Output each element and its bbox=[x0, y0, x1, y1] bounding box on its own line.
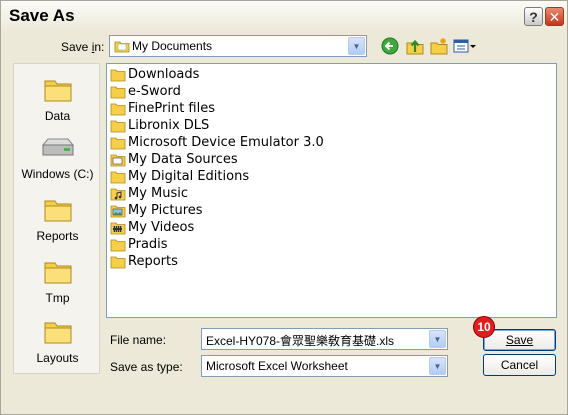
file-label: Libronix DLS bbox=[128, 118, 210, 133]
list-item[interactable]: Pradis bbox=[110, 236, 168, 253]
back-icon[interactable] bbox=[381, 37, 401, 55]
save-button-label: Save bbox=[505, 333, 534, 347]
list-item[interactable]: My Data Sources bbox=[110, 151, 238, 168]
place-label: Tmp bbox=[45, 291, 70, 305]
file-label: My Digital Editions bbox=[128, 169, 250, 184]
file-label: My Pictures bbox=[128, 203, 203, 218]
list-item[interactable]: Microsoft Device Emulator 3.0 bbox=[110, 134, 324, 151]
file-label: My Music bbox=[128, 186, 189, 201]
file-label: FinePrint files bbox=[128, 101, 215, 116]
step-badge: 10 bbox=[473, 316, 495, 338]
title-bar: Save As ? ✕ bbox=[1, 1, 567, 32]
folder-icon bbox=[110, 68, 126, 82]
file-type-value: Microsoft Excel Worksheet bbox=[206, 359, 348, 373]
place-tmp[interactable]: Tmp bbox=[14, 256, 101, 305]
special-folder-icon bbox=[110, 153, 126, 167]
file-label: Downloads bbox=[128, 67, 200, 82]
folder-icon bbox=[110, 136, 126, 150]
videos-folder-icon bbox=[110, 221, 126, 235]
file-list[interactable]: Downloads e-Sword FinePrint files Libron… bbox=[106, 63, 557, 318]
folder-icon bbox=[110, 170, 126, 184]
folder-icon bbox=[110, 255, 126, 269]
chevron-down-icon[interactable]: ▼ bbox=[348, 37, 365, 55]
file-label: e-Sword bbox=[128, 84, 181, 99]
folder-icon bbox=[43, 80, 73, 107]
list-item[interactable]: FinePrint files bbox=[110, 100, 215, 117]
list-item[interactable]: Libronix DLS bbox=[110, 117, 209, 134]
places-bar: Data Windows (C:) Reports Tmp Layouts bbox=[13, 63, 100, 374]
place-label: Windows (C:) bbox=[21, 167, 94, 181]
list-item[interactable]: My Videos bbox=[110, 219, 194, 236]
place-reports[interactable]: Reports bbox=[14, 194, 101, 243]
place-label: Reports bbox=[36, 229, 79, 243]
file-label: My Videos bbox=[128, 220, 195, 235]
music-folder-icon bbox=[110, 187, 126, 201]
views-menu-icon[interactable] bbox=[453, 37, 477, 55]
drive-icon bbox=[40, 138, 76, 165]
file-name-field[interactable]: Excel-HY078-會眾聖樂敎育基礎.xls ▼ bbox=[201, 328, 448, 350]
save-in-dropdown[interactable]: My Documents ▼ bbox=[109, 35, 367, 57]
place-windows-drive[interactable]: Windows (C:) bbox=[14, 136, 101, 181]
place-label: Layouts bbox=[36, 351, 79, 365]
save-button[interactable]: Save bbox=[483, 329, 556, 351]
save-in-label: Save in: bbox=[61, 40, 105, 54]
up-folder-icon[interactable] bbox=[405, 37, 425, 55]
folder-icon bbox=[110, 119, 126, 133]
list-item[interactable]: My Digital Editions bbox=[110, 168, 249, 185]
file-label: My Data Sources bbox=[128, 152, 238, 167]
cancel-button[interactable]: Cancel bbox=[483, 354, 556, 376]
folder-icon bbox=[43, 322, 73, 349]
file-type-label: Save as type: bbox=[110, 360, 183, 374]
folder-icon bbox=[110, 238, 126, 252]
folder-icon bbox=[43, 262, 73, 289]
folder-icon bbox=[43, 200, 73, 227]
my-documents-icon bbox=[114, 38, 130, 57]
file-label: Microsoft Device Emulator 3.0 bbox=[128, 135, 324, 150]
pictures-folder-icon bbox=[110, 204, 126, 218]
new-folder-icon[interactable] bbox=[429, 37, 449, 55]
list-item[interactable]: My Pictures bbox=[110, 202, 203, 219]
place-layouts[interactable]: Layouts bbox=[14, 316, 101, 365]
folder-icon bbox=[110, 85, 126, 99]
chevron-down-icon[interactable]: ▼ bbox=[429, 357, 446, 375]
list-item[interactable]: Downloads bbox=[110, 66, 199, 83]
place-label: Data bbox=[44, 109, 71, 123]
file-type-dropdown[interactable]: Microsoft Excel Worksheet ▼ bbox=[201, 355, 448, 377]
chevron-down-icon[interactable]: ▼ bbox=[429, 330, 446, 348]
save-in-value: My Documents bbox=[132, 39, 213, 53]
file-name-label: File name: bbox=[110, 333, 167, 347]
list-item[interactable]: My Music bbox=[110, 185, 188, 202]
help-button[interactable]: ? bbox=[524, 7, 543, 26]
folder-icon bbox=[110, 102, 126, 116]
list-item[interactable]: e-Sword bbox=[110, 83, 181, 100]
file-label: Pradis bbox=[128, 237, 168, 252]
close-button[interactable]: ✕ bbox=[545, 7, 564, 26]
save-as-dialog: Save As ? ✕ Save in: My Documents ▼ Data… bbox=[0, 0, 568, 415]
place-data[interactable]: Data bbox=[14, 74, 101, 123]
dialog-title: Save As bbox=[9, 6, 75, 25]
file-name-value: Excel-HY078-會眾聖樂敎育基礎.xls bbox=[206, 334, 395, 348]
file-label: Reports bbox=[128, 254, 178, 269]
cancel-button-label: Cancel bbox=[500, 358, 539, 372]
list-item[interactable]: Reports bbox=[110, 253, 178, 270]
